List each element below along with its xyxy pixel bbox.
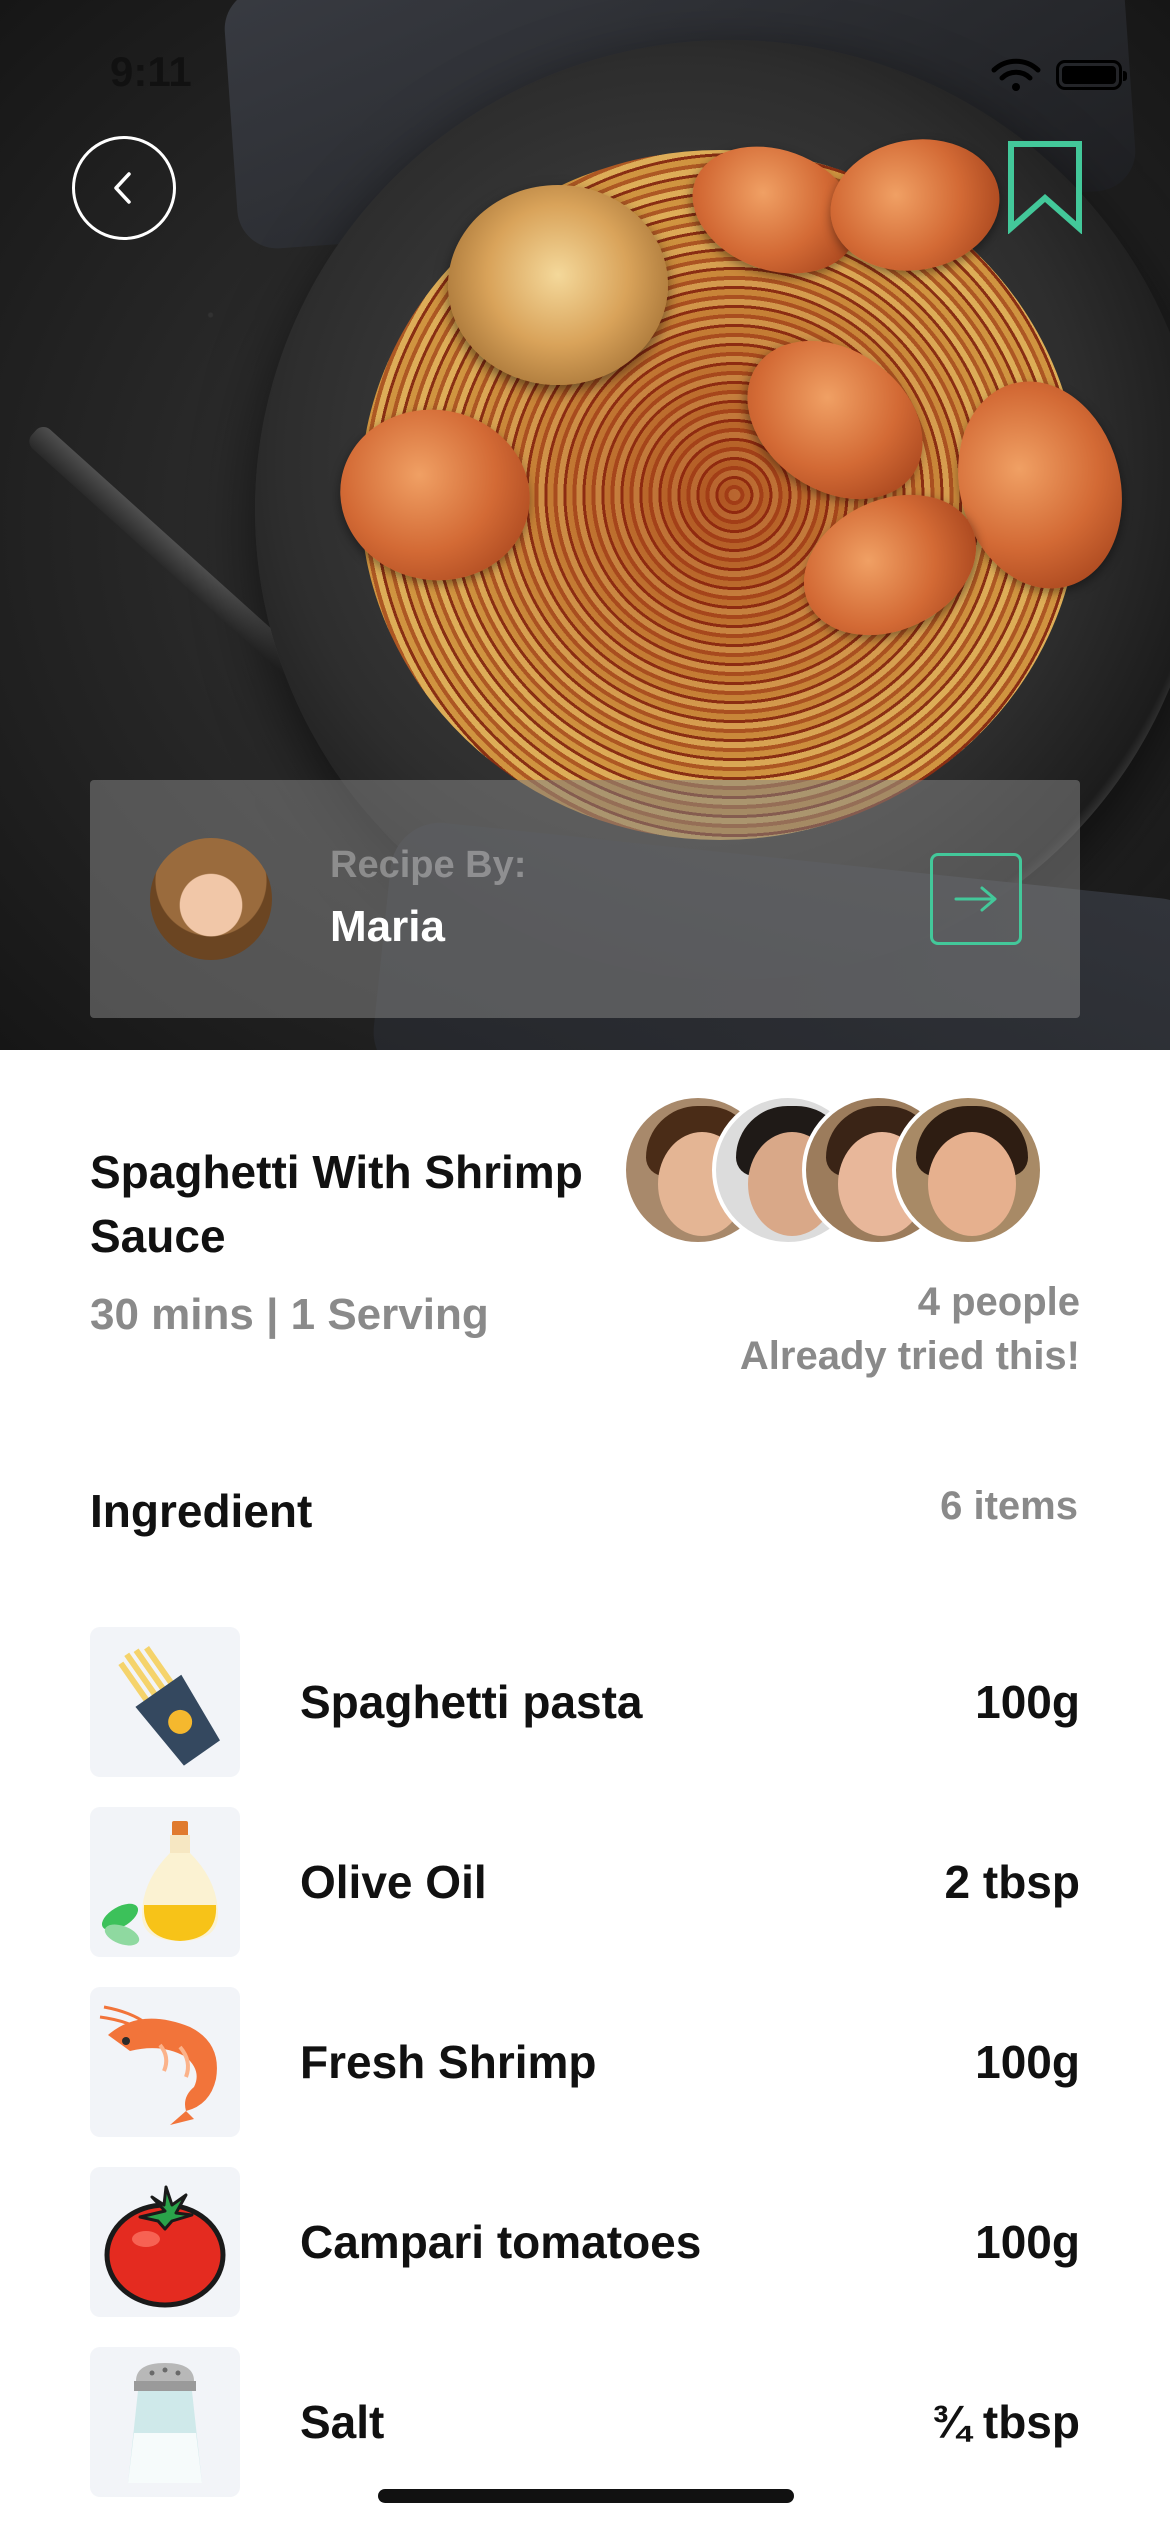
- olive-oil-bottle-icon: [101, 1821, 218, 1946]
- ingredients-count: 6 items: [940, 1484, 1078, 1528]
- ingredient-thumbnail: [90, 1807, 240, 1957]
- ingredient-thumbnail: [90, 2167, 240, 2317]
- wifi-icon: [991, 58, 1041, 91]
- arrow-right-icon: [954, 886, 997, 912]
- home-indicator[interactable]: [378, 2489, 794, 2503]
- status-icons: [990, 58, 1127, 92]
- ingredient-thumbnail: [90, 1987, 240, 2137]
- bookmark-icon: [1008, 141, 1082, 235]
- ingredient-row[interactable]: Salt ¾ tbsp: [90, 2347, 1080, 2497]
- ingredient-name: Olive Oil: [300, 1856, 487, 1908]
- ingredients-heading: Ingredient: [90, 1485, 313, 1537]
- tried-caption: Already tried this!: [739, 1334, 1080, 1378]
- ingredient-row[interactable]: Campari tomatoes 100g: [90, 2167, 1080, 2317]
- chevron-left-icon: [114, 172, 131, 204]
- back-button[interactable]: [72, 136, 176, 240]
- ingredient-thumbnail: [90, 2347, 240, 2497]
- tried-avatars[interactable]: [622, 1094, 1044, 1246]
- recipe-meta: 30 mins | 1 Serving: [90, 1290, 489, 1339]
- tomato-icon: [104, 2185, 226, 2308]
- ingredient-row[interactable]: Fresh Shrimp 100g: [90, 1987, 1080, 2137]
- ingredient-quantity: 100g: [975, 2036, 1080, 2088]
- ingredient-name: Campari tomatoes: [300, 2216, 702, 2268]
- status-time: 9:11: [110, 48, 192, 95]
- tried-count: 4 people: [917, 1280, 1080, 1324]
- author-card[interactable]: Recipe By: Maria: [90, 780, 1080, 1018]
- roasted-garlic: [448, 185, 668, 385]
- author-profile-button[interactable]: [930, 853, 1022, 945]
- author-avatar: [150, 838, 272, 960]
- ingredient-name: Fresh Shrimp: [300, 2036, 597, 2088]
- shrimp-icon: [99, 2005, 217, 2125]
- bookmark-button[interactable]: [1005, 140, 1085, 235]
- spaghetti-pack-icon: [118, 1646, 220, 1766]
- ingredient-quantity: 2 tbsp: [944, 1856, 1080, 1908]
- author-label: Recipe By:: [330, 844, 527, 886]
- ingredient-name: Spaghetti pasta: [300, 1676, 643, 1728]
- salt-shaker-icon: [128, 2363, 202, 2483]
- ingredient-row[interactable]: Olive Oil 2 tbsp: [90, 1807, 1080, 1957]
- battery-icon: [1056, 60, 1127, 90]
- author-name: Maria: [330, 902, 445, 951]
- ingredient-thumbnail: [90, 1627, 240, 1777]
- ingredient-quantity: ¾ tbsp: [931, 2396, 1080, 2448]
- ingredient-name: Salt: [300, 2396, 385, 2448]
- ingredient-row[interactable]: Spaghetti pasta 100g: [90, 1627, 1080, 1777]
- ingredient-quantity: 100g: [975, 2216, 1080, 2268]
- recipe-title: Spaghetti With Shrimp Sauce: [90, 1146, 583, 1262]
- avatar: [892, 1094, 1044, 1246]
- ingredient-quantity: 100g: [975, 1676, 1080, 1728]
